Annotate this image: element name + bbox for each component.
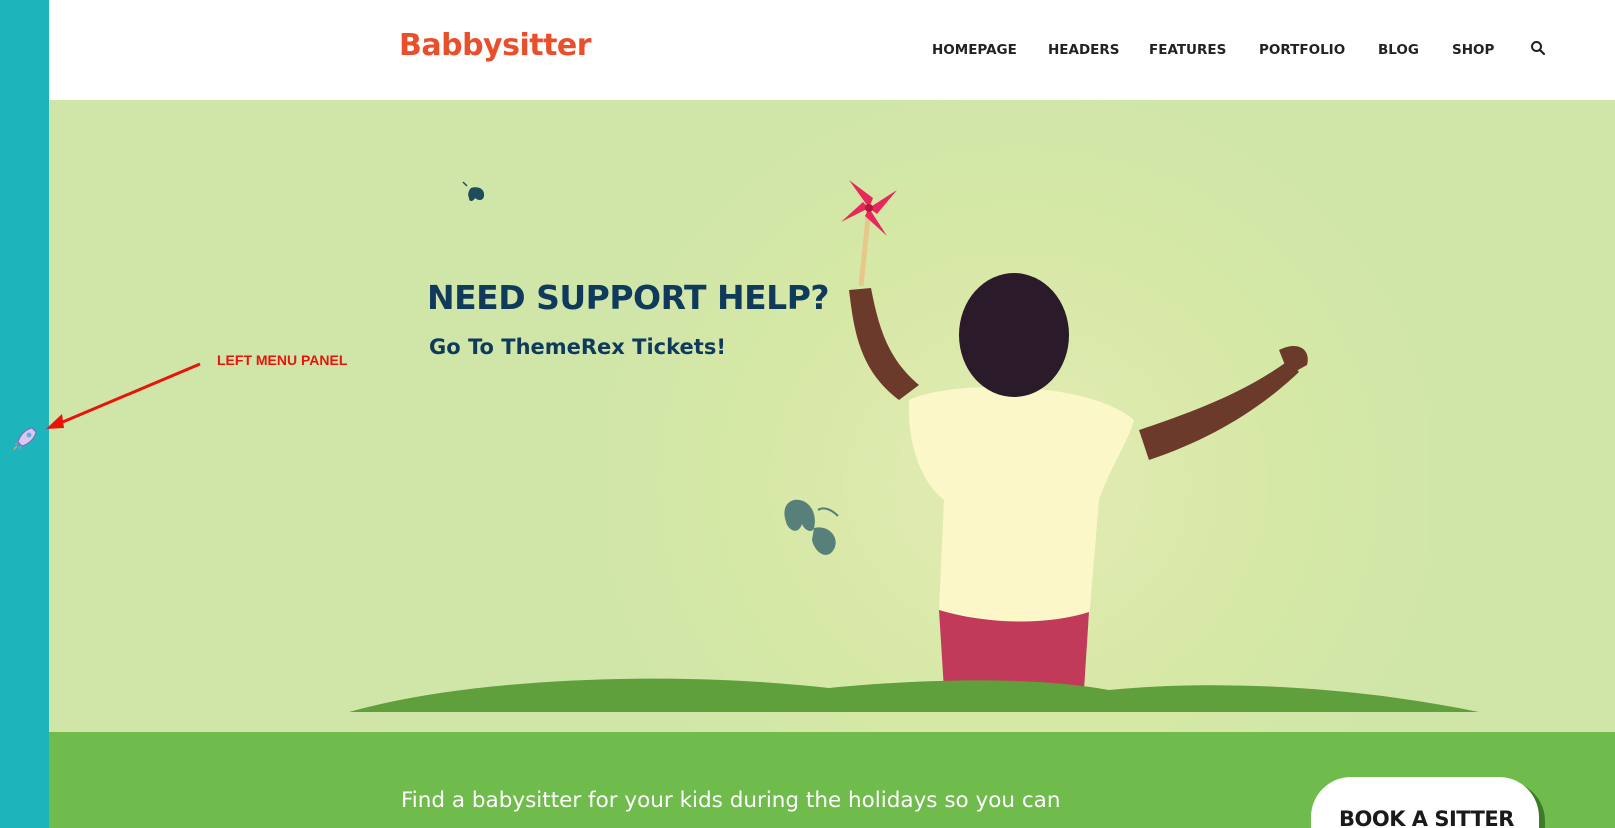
- book-a-sitter-label: BOOK A SITTER: [1339, 807, 1514, 828]
- book-a-sitter-button[interactable]: BOOK A SITTER: [1311, 777, 1539, 828]
- cta-text: Find a babysitter for your kids during t…: [401, 788, 1061, 813]
- cta-band: Find a babysitter for your kids during t…: [49, 732, 1615, 828]
- annotation-arrow: [46, 362, 201, 429]
